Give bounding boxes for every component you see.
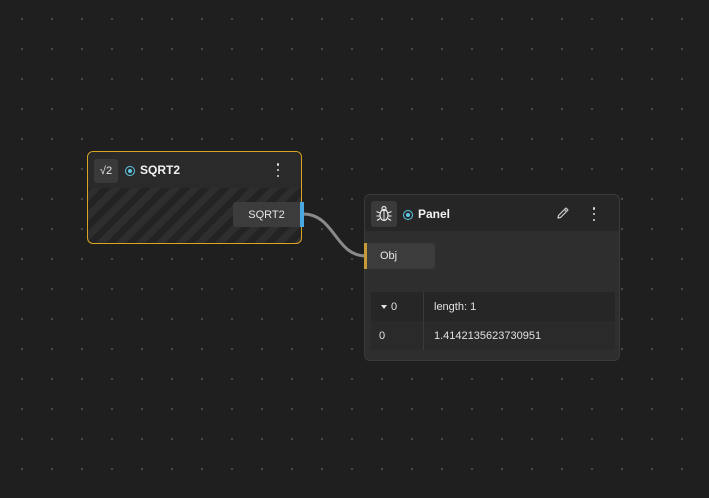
caret-down-icon[interactable] bbox=[381, 304, 387, 309]
panel-node[interactable]: Panel Obj 0 length: 1 0 1.41421356237309… bbox=[364, 194, 620, 361]
sqrt2-node-header[interactable]: √2 SQRT2 bbox=[88, 152, 301, 188]
sqrt2-node-title: SQRT2 bbox=[140, 163, 181, 177]
panel-input-port[interactable]: Obj bbox=[367, 243, 435, 269]
sqrt2-node-menu-icon[interactable] bbox=[273, 162, 283, 178]
pencil-icon[interactable] bbox=[555, 205, 571, 221]
sqrt2-node[interactable]: √2 SQRT2 SQRT2 bbox=[87, 151, 304, 244]
table-row-index: 0 bbox=[371, 321, 424, 350]
sqrt-icon: √2 bbox=[94, 159, 118, 183]
panel-data-table: 0 length: 1 0 1.4142135623730951 bbox=[371, 292, 615, 350]
output-port-handle[interactable] bbox=[300, 202, 304, 227]
table-index-cell[interactable]: 0 bbox=[371, 292, 424, 321]
table-row: 0 1.4142135623730951 bbox=[371, 321, 615, 350]
table-header-row[interactable]: 0 length: 1 bbox=[371, 292, 615, 321]
panel-node-title: Panel bbox=[418, 207, 451, 221]
table-header-index: 0 bbox=[391, 300, 398, 313]
panel-node-header[interactable]: Panel bbox=[365, 195, 619, 231]
bug-icon bbox=[371, 201, 397, 227]
panel-node-menu-icon[interactable] bbox=[589, 206, 599, 222]
status-indicator-icon bbox=[125, 166, 135, 176]
sqrt2-output-port[interactable]: SQRT2 bbox=[233, 202, 300, 227]
node-canvas[interactable]: √2 SQRT2 SQRT2 Panel Obj 0 length: 1 0 1… bbox=[0, 0, 709, 498]
table-row-value: 1.4142135623730951 bbox=[434, 329, 542, 342]
table-header-value: length: 1 bbox=[434, 300, 477, 313]
status-indicator-icon bbox=[403, 210, 413, 220]
